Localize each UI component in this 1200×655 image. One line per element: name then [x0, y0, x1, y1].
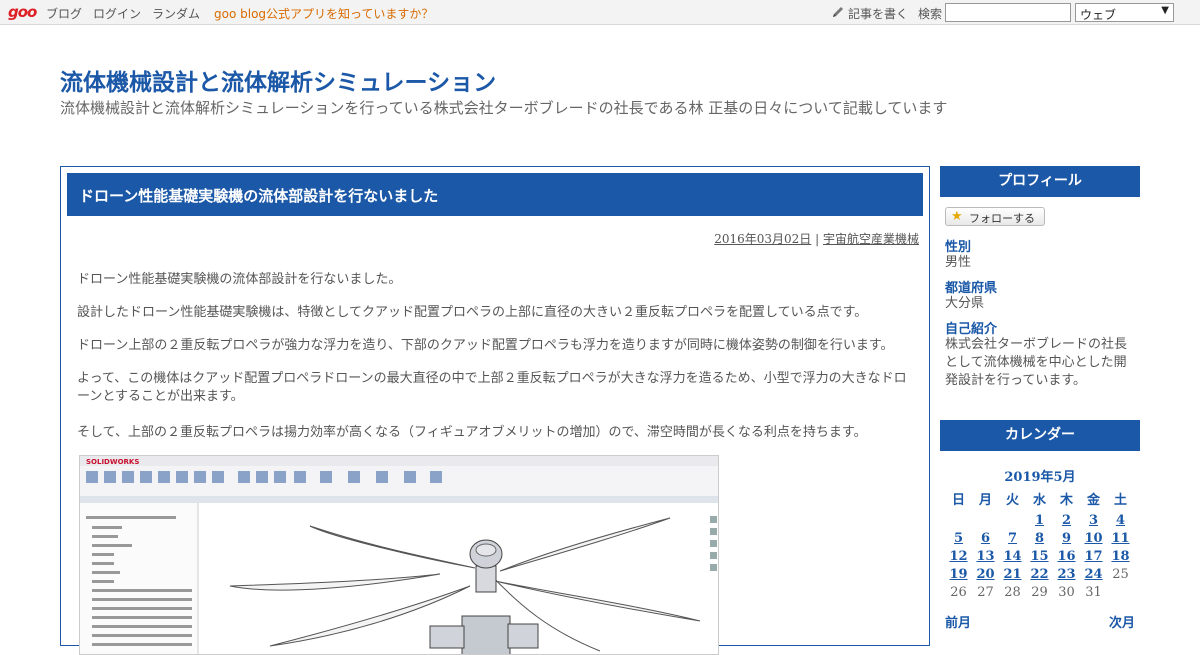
calendar-day[interactable]: 7: [999, 531, 1026, 546]
calendar-day[interactable]: 15: [1026, 549, 1053, 564]
calendar-day[interactable]: 6: [972, 531, 999, 546]
calendar-dow: 金: [1086, 493, 1100, 508]
meta-separator: |: [811, 232, 823, 246]
calendar-next-link[interactable]: 次月: [1109, 612, 1135, 631]
dropdown-arrow-icon: ▼: [1161, 5, 1169, 16]
image-caption: SOLIDWORKS: [86, 458, 139, 466]
calendar-day: 26: [950, 585, 967, 600]
calendar-day[interactable]: 17: [1080, 549, 1107, 564]
article-paragraph: ドローン上部の２重反転プロペラが強力な浮力を造り、下部のクアッド配置プロペラも浮…: [77, 338, 894, 353]
article-title-bar: ドローン性能基礎実験機の流体部設計を行ないました: [67, 173, 923, 216]
search-scope-select[interactable]: ウェブ ▼: [1075, 3, 1174, 22]
pencil-icon[interactable]: [831, 5, 845, 19]
article-title[interactable]: ドローン性能基礎実験機の流体部設計を行ないました: [79, 185, 438, 206]
profile-heading: プロフィール: [940, 166, 1140, 197]
calendar-dow: 火: [1005, 493, 1019, 508]
profile-label-intro: 自己紹介: [945, 322, 998, 337]
blog-link[interactable]: ブログ: [46, 5, 82, 22]
calendar-day[interactable]: 21: [999, 567, 1026, 582]
article-meta: 2016年03月02日 | 宇宙航空産業機械: [714, 230, 919, 247]
star-icon: ★: [951, 209, 963, 224]
calendar-day[interactable]: 19: [945, 567, 972, 582]
calendar-day: 25: [1112, 567, 1129, 582]
promo-link[interactable]: goo blog公式アプリを知っていますか？: [214, 5, 433, 22]
goo-logo[interactable]: goo: [8, 3, 37, 21]
calendar-day[interactable]: 22: [1026, 567, 1053, 582]
profile-value-prefecture: 大分県: [945, 296, 985, 311]
calendar-day: 28: [1004, 585, 1021, 600]
calendar-day[interactable]: 23: [1053, 567, 1080, 582]
search-scope-value: ウェブ: [1080, 8, 1117, 22]
article-paragraph: ドローン性能基礎実験機の流体部設計を行ないました。: [77, 272, 402, 287]
calendar-day[interactable]: 13: [972, 549, 999, 564]
random-link[interactable]: ランダム: [152, 5, 200, 22]
calendar-day[interactable]: 18: [1107, 549, 1134, 564]
article-date-link[interactable]: 2016年03月02日: [714, 232, 811, 246]
search-label: 検索: [918, 7, 943, 21]
calendar-month: 2019年5月: [1004, 470, 1076, 485]
profile-value-intro: 株式会社ターボブレードの社長として流体機械を中心とした開発設計を行っています。: [945, 337, 1128, 388]
calendar-dow: 木: [1059, 493, 1073, 508]
calendar-dow: 月: [978, 493, 992, 508]
calendar-day: 27: [977, 585, 994, 600]
follow-button-label: フォローする: [969, 212, 1035, 225]
calendar-day[interactable]: 5: [945, 531, 972, 546]
calendar-day[interactable]: 24: [1080, 567, 1107, 582]
profile-label-gender: 性別: [945, 240, 972, 255]
calendar-day[interactable]: 10: [1080, 531, 1107, 546]
calendar-day[interactable]: 11: [1107, 531, 1134, 546]
profile-value-gender: 男性: [945, 255, 972, 270]
calendar-day[interactable]: 14: [999, 549, 1026, 564]
calendar-day[interactable]: 8: [1026, 531, 1053, 546]
calendar-day: 30: [1058, 585, 1075, 600]
calendar-day[interactable]: 20: [972, 567, 999, 582]
article: ドローン性能基礎実験機の流体部設計を行ないました 2016年03月02日 | 宇…: [60, 166, 930, 655]
login-link[interactable]: ログイン: [93, 5, 141, 22]
search-input[interactable]: [945, 3, 1071, 22]
calendar-prev-link[interactable]: 前月: [945, 612, 971, 631]
calendar-day[interactable]: 3: [1080, 513, 1107, 528]
calendar-day[interactable]: 2: [1053, 513, 1080, 528]
calendar-day: 31: [1085, 585, 1102, 600]
article-category-link[interactable]: 宇宙航空産業機械: [823, 232, 919, 246]
article-paragraph: そして、上部の２重反転プロペラは揚力効率が高くなる（フィギュアオブメリットの増加…: [77, 425, 867, 440]
calendar-day[interactable]: 1: [1026, 513, 1053, 528]
article-paragraph: 設計したドローン性能基礎実験機は、特徴としてクアッド配置プロペラの上部に直径の大…: [77, 305, 868, 320]
calendar-dow: 土: [1113, 493, 1127, 508]
site-description: 流体機械設計と流体解析シミュレーションを行っている株式会社ターボブレードの社長で…: [60, 99, 948, 117]
calendar-day[interactable]: 12: [945, 549, 972, 564]
calendar-dow: 日: [951, 493, 965, 508]
calendar-heading: カレンダー: [940, 420, 1140, 451]
follow-button[interactable]: ★ フォローする: [945, 207, 1045, 226]
write-post-link[interactable]: 記事を書く: [848, 5, 908, 22]
site-title[interactable]: 流体機械設計と流体解析シミュレーション: [60, 63, 496, 97]
profile-label-prefecture: 都道府県: [945, 281, 998, 296]
cad-screenshot-image: SOLIDWORKS: [80, 456, 718, 654]
calendar-day[interactable]: 4: [1107, 513, 1134, 528]
article-paragraph: よって、この機体はクアッド配置プロペラドローンの最大直径の中で上部２重反転プロペ…: [77, 371, 907, 404]
top-bar: goo ブログ ログイン ランダム goo blog公式アプリを知っていますか？…: [0, 0, 1200, 25]
article-image[interactable]: SOLIDWORKS: [79, 455, 719, 655]
calendar-day[interactable]: 9: [1053, 531, 1080, 546]
calendar-dow: 水: [1032, 493, 1046, 508]
calendar-day[interactable]: 16: [1053, 549, 1080, 564]
calendar-day: 29: [1031, 585, 1048, 600]
